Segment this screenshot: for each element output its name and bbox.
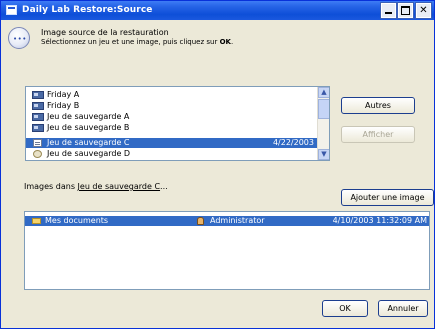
autres-button[interactable]: Autres: [341, 97, 415, 114]
close-icon: ✕: [419, 5, 428, 16]
window-icon: [6, 5, 17, 15]
close-button[interactable]: ✕: [415, 2, 432, 19]
backup-set-icon: [32, 124, 44, 132]
list-item[interactable]: Friday A: [26, 90, 318, 100]
user-icon: [197, 217, 204, 225]
images-label: Images dans Jeu de sauvegarde C...: [24, 182, 168, 191]
title-bar[interactable]: Daily Lab Restore:Source ✕: [1, 1, 434, 20]
list-item[interactable]: Friday B: [26, 101, 318, 111]
window-title: Daily Lab Restore:Source: [22, 5, 153, 15]
maximize-button[interactable]: [397, 2, 414, 19]
list-scrollbar[interactable]: ▲ ▼: [317, 87, 329, 160]
backup-set-icon: [32, 113, 44, 121]
scroll-down-icon[interactable]: ▼: [318, 149, 329, 160]
header-instructions: Sélectionnez un jeu et une image, puis c…: [41, 38, 234, 46]
ok-button[interactable]: OK: [322, 300, 368, 317]
scroll-up-icon[interactable]: ▲: [318, 87, 329, 98]
table-row[interactable]: Mes documents Administrator 4/10/2003 11…: [25, 216, 429, 226]
afficher-button[interactable]: Afficher: [341, 126, 415, 143]
list-item-selected[interactable]: Jeu de sauvegarde C 4/22/2003: [26, 138, 318, 148]
list-item[interactable]: Jeu de sauvegarde A: [26, 112, 318, 122]
catalog-icon: [33, 139, 42, 147]
maximize-icon: [401, 6, 410, 15]
scroll-thumb[interactable]: [318, 99, 329, 119]
backup-set-link[interactable]: Jeu de sauvegarde C: [78, 182, 161, 191]
folder-icon: [32, 218, 41, 224]
minimize-icon: [385, 12, 392, 14]
tape-icon: [33, 150, 42, 158]
speech-bubble-icon: •••: [8, 27, 30, 49]
restore-source-dialog: Daily Lab Restore:Source ✕ ••• Image sou…: [0, 0, 435, 329]
backup-set-list[interactable]: Friday A Friday B Jeu de sauvegarde A Je…: [25, 86, 330, 161]
images-list[interactable]: Mes documents Administrator 4/10/2003 11…: [24, 211, 430, 290]
cancel-button[interactable]: Annuler: [378, 300, 428, 317]
backup-set-icon: [32, 91, 44, 99]
list-item[interactable]: Jeu de sauvegarde D: [26, 149, 318, 159]
add-image-button[interactable]: Ajouter une image: [341, 189, 434, 206]
backup-set-icon: [32, 102, 44, 110]
header-title: Image source de la restauration: [41, 28, 169, 37]
minimize-button[interactable]: [380, 2, 397, 19]
list-item[interactable]: Jeu de sauvegarde B: [26, 123, 318, 133]
